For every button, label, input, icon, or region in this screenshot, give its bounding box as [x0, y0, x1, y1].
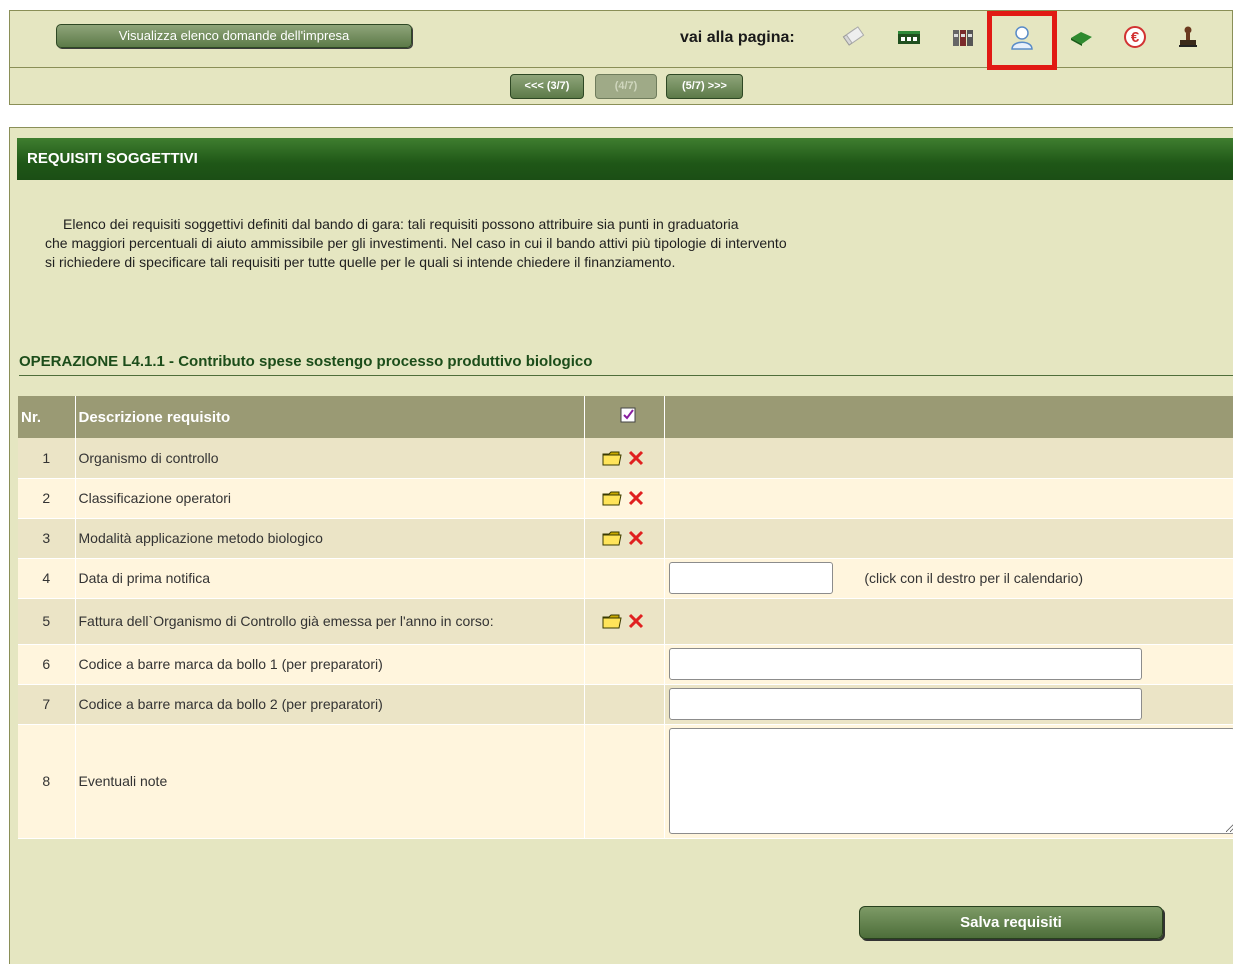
table-row: 3 Modalità applicazione metodo biologico [18, 518, 1233, 559]
row-description: Modalità applicazione metodo biologico [75, 518, 585, 559]
row-number: 4 [18, 558, 76, 599]
row-number: 6 [18, 644, 76, 685]
next-page-button[interactable]: (5/7) >>> [666, 74, 743, 99]
requirements-table: Nr. Descrizione requisito 1 Organismo di… [18, 396, 1233, 839]
barcode-field-1[interactable] [668, 648, 1142, 680]
table-row: 6 Codice a barre marca da bollo 1 (per p… [18, 644, 1233, 685]
row-description: Codice a barre marca da bollo 2 (per pre… [75, 684, 585, 725]
open-folder-icon[interactable] [601, 489, 623, 507]
open-folder-icon[interactable] [601, 449, 623, 467]
row-number: 8 [18, 724, 76, 839]
row-number: 1 [18, 438, 76, 479]
active-page-indicator [987, 11, 1057, 70]
delete-icon[interactable] [625, 489, 647, 507]
row-value [664, 684, 1233, 725]
row-actions [584, 724, 665, 839]
column-header-value [664, 396, 1233, 438]
book-icon[interactable] [1068, 24, 1094, 50]
svg-text:€: € [1131, 29, 1140, 46]
intro-line: Elenco dei requisiti soggettivi definiti… [63, 216, 739, 232]
open-folder-icon[interactable] [601, 529, 623, 547]
delete-icon[interactable] [625, 449, 647, 467]
operation-title: OPERAZIONE L4.1.1 - Contributo spese sos… [19, 353, 1233, 376]
calendar-hint: (click con il destro per il calendario) [864, 569, 1084, 586]
table-row: 7 Codice a barre marca da bollo 2 (per p… [18, 684, 1233, 725]
section-title: REQUISITI SOGGETTIVI [17, 138, 1233, 180]
row-value [664, 518, 1233, 559]
barcode-field-2[interactable] [668, 688, 1142, 720]
notes-textarea[interactable] [668, 728, 1233, 834]
show-applications-button[interactable]: Visualizza elenco domande dell'impresa [56, 24, 412, 48]
row-number: 2 [18, 478, 76, 519]
column-header-check [584, 396, 665, 438]
table-row: 5 Fattura dell`Organismo di Controllo gi… [18, 598, 1233, 645]
row-value [664, 644, 1233, 685]
row-number: 5 [18, 598, 76, 645]
row-value [664, 724, 1233, 839]
documents-icon[interactable] [840, 24, 866, 50]
requirements-panel: REQUISITI SOGGETTIVI Elenco dei requisit… [9, 127, 1233, 964]
row-value: (click con il destro per il calendario) [664, 558, 1233, 599]
date-field[interactable] [668, 562, 833, 594]
column-header-nr: Nr. [18, 396, 76, 438]
row-value [664, 598, 1233, 645]
goto-page-label: vai alla pagina: [680, 29, 795, 46]
row-description: Codice a barre marca da bollo 1 (per pre… [75, 644, 585, 685]
row-description: Organismo di controllo [75, 438, 585, 479]
delete-icon[interactable] [625, 529, 647, 547]
row-actions [584, 438, 665, 479]
row-description: Classificazione operatori [75, 478, 585, 519]
row-number: 3 [18, 518, 76, 559]
previous-page-button[interactable]: <<< (3/7) [510, 74, 584, 99]
intro-text: Elenco dei requisiti soggettivi definiti… [45, 215, 1065, 272]
table-header-row: Nr. Descrizione requisito [18, 396, 1233, 438]
euro-icon[interactable]: € [1122, 24, 1148, 50]
open-folder-icon[interactable] [601, 612, 623, 630]
current-page-button: (4/7) [595, 74, 657, 99]
folders-icon[interactable] [950, 24, 976, 50]
intro-line: che maggiori percentuali di aiuto ammiss… [45, 235, 787, 251]
row-value [664, 478, 1233, 519]
row-actions [584, 644, 665, 685]
registry-icon[interactable] [896, 24, 922, 50]
row-actions [584, 684, 665, 725]
row-actions [584, 558, 665, 599]
row-value [664, 438, 1233, 479]
row-actions [584, 478, 665, 519]
column-header-description: Descrizione requisito [75, 396, 585, 438]
row-description: Fattura dell`Organismo di Controllo già … [75, 598, 585, 645]
row-actions [584, 598, 665, 645]
row-description: Data di prima notifica [75, 558, 585, 599]
stamp-icon[interactable] [1175, 24, 1201, 50]
table-row: 1 Organismo di controllo [18, 438, 1233, 479]
delete-icon[interactable] [625, 612, 647, 630]
row-number: 7 [18, 684, 76, 725]
top-navigation-bar: Visualizza elenco domande dell'impresa v… [9, 10, 1233, 105]
row-description: Eventuali note [75, 724, 585, 839]
table-row: 2 Classificazione operatori [18, 478, 1233, 519]
table-row: 8 Eventuali note [18, 724, 1233, 839]
save-requirements-button[interactable]: Salva requisiti [859, 906, 1163, 939]
intro-line: si richiedere di specificare tali requis… [45, 254, 676, 270]
table-row: 4 Data di prima notifica (click con il d… [18, 558, 1233, 599]
checkbox-checked-icon [620, 407, 636, 423]
row-actions [584, 518, 665, 559]
